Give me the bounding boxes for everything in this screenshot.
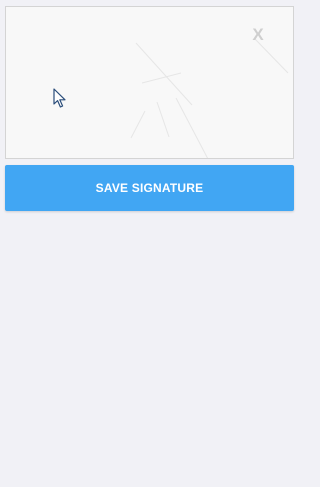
save-signature-button[interactable]: SAVE SIGNATURE <box>5 165 294 211</box>
signature-screen: X SAVE SIGNATURE <box>0 0 300 487</box>
mouse-pointer-icon <box>53 88 66 108</box>
signature-pad[interactable]: X <box>5 6 294 159</box>
clear-signature-button[interactable]: X <box>246 24 270 46</box>
